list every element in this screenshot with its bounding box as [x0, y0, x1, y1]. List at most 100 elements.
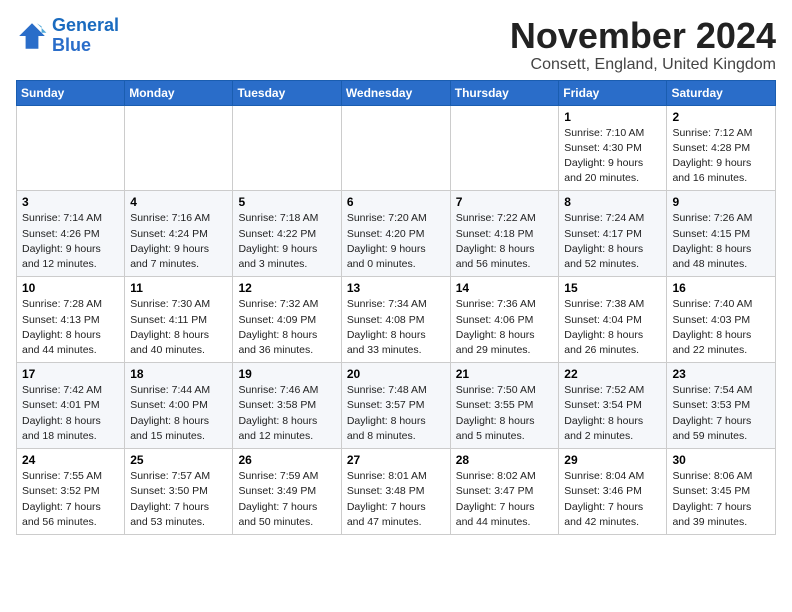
day-info: Sunrise: 8:06 AMSunset: 3:45 PMDaylight:… [672, 469, 770, 530]
day-cell: 18 Sunrise: 7:44 AMSunset: 4:00 PMDayligh… [125, 363, 233, 449]
day-number: 30 [672, 453, 770, 467]
day-info: Sunrise: 7:28 AMSunset: 4:13 PMDaylight:… [22, 297, 119, 358]
col-header-friday: Friday [559, 80, 667, 105]
day-cell: 14 Sunrise: 7:36 AMSunset: 4:06 PMDayligh… [450, 277, 559, 363]
day-number: 14 [456, 281, 554, 295]
day-cell [233, 105, 341, 191]
day-cell: 16Sunrise: 7:40 AMSunset: 4:03 PMDayligh… [667, 277, 776, 363]
day-cell: 17 Sunrise: 7:42 AMSunset: 4:01 PMDayligh… [17, 363, 125, 449]
day-info: Sunrise: 7:20 AMSunset: 4:20 PMDaylight:… [347, 211, 445, 272]
day-info: Sunrise: 7:59 AMSunset: 3:49 PMDaylight:… [238, 469, 335, 530]
page: General Blue November 2024 Consett, Engl… [0, 0, 792, 543]
day-cell: 8 Sunrise: 7:24 AMSunset: 4:17 PMDaylight… [559, 191, 667, 277]
header: General Blue November 2024 Consett, Engl… [16, 16, 776, 74]
day-info: Sunrise: 7:57 AMSunset: 3:50 PMDaylight:… [130, 469, 227, 530]
day-number: 2 [672, 110, 770, 124]
day-cell: 19Sunrise: 7:46 AMSunset: 3:58 PMDayligh… [233, 363, 341, 449]
day-cell [450, 105, 559, 191]
day-cell: 6Sunrise: 7:20 AMSunset: 4:20 PMDaylight… [341, 191, 450, 277]
day-cell: 1 Sunrise: 7:10 AMSunset: 4:30 PMDaylight… [559, 105, 667, 191]
week-row-3: 10 Sunrise: 7:28 AMSunset: 4:13 PMDayligh… [17, 277, 776, 363]
day-info: Sunrise: 7:18 AMSunset: 4:22 PMDaylight:… [238, 211, 335, 272]
day-number: 22 [564, 367, 661, 381]
day-info: Sunrise: 7:24 AMSunset: 4:17 PMDaylight:… [564, 211, 661, 272]
col-header-thursday: Thursday [450, 80, 559, 105]
day-number: 24 [22, 453, 119, 467]
day-info: Sunrise: 7:48 AMSunset: 3:57 PMDaylight:… [347, 383, 445, 444]
day-cell [17, 105, 125, 191]
day-number: 29 [564, 453, 661, 467]
day-info: Sunrise: 7:30 AMSunset: 4:11 PMDaylight:… [130, 297, 227, 358]
location-title: Consett, England, United Kingdom [510, 56, 776, 74]
day-info: Sunrise: 7:38 AMSunset: 4:04 PMDaylight:… [564, 297, 661, 358]
day-info: Sunrise: 7:40 AMSunset: 4:03 PMDaylight:… [672, 297, 770, 358]
logo-general: General [52, 15, 119, 35]
day-number: 7 [456, 195, 554, 209]
day-cell [341, 105, 450, 191]
week-row-2: 3Sunrise: 7:14 AMSunset: 4:26 PMDaylight… [17, 191, 776, 277]
day-cell: 10 Sunrise: 7:28 AMSunset: 4:13 PMDayligh… [17, 277, 125, 363]
day-number: 12 [238, 281, 335, 295]
calendar: SundayMondayTuesdayWednesdayThursdayFrid… [16, 80, 776, 535]
logo-blue: Blue [52, 36, 119, 56]
week-row-4: 17 Sunrise: 7:42 AMSunset: 4:01 PMDayligh… [17, 363, 776, 449]
col-header-wednesday: Wednesday [341, 80, 450, 105]
day-info: Sunrise: 7:10 AMSunset: 4:30 PMDaylight:… [564, 126, 661, 187]
day-info: Sunrise: 8:01 AMSunset: 3:48 PMDaylight:… [347, 469, 445, 530]
day-cell: 13 Sunrise: 7:34 AMSunset: 4:08 PMDayligh… [341, 277, 450, 363]
day-number: 17 [22, 367, 119, 381]
day-cell: 23Sunrise: 7:54 AMSunset: 3:53 PMDayligh… [667, 363, 776, 449]
day-number: 25 [130, 453, 227, 467]
day-info: Sunrise: 7:42 AMSunset: 4:01 PMDaylight:… [22, 383, 119, 444]
day-number: 1 [564, 110, 661, 124]
day-info: Sunrise: 7:52 AMSunset: 3:54 PMDaylight:… [564, 383, 661, 444]
day-cell: 20 Sunrise: 7:48 AMSunset: 3:57 PMDayligh… [341, 363, 450, 449]
day-info: Sunrise: 7:12 AMSunset: 4:28 PMDaylight:… [672, 126, 770, 187]
col-header-saturday: Saturday [667, 80, 776, 105]
day-number: 23 [672, 367, 770, 381]
day-cell: 29Sunrise: 8:04 AMSunset: 3:46 PMDayligh… [559, 449, 667, 535]
day-cell: 25 Sunrise: 7:57 AMSunset: 3:50 PMDayligh… [125, 449, 233, 535]
day-number: 3 [22, 195, 119, 209]
month-title: November 2024 [510, 16, 776, 56]
day-number: 20 [347, 367, 445, 381]
day-cell: 26 Sunrise: 7:59 AMSunset: 3:49 PMDayligh… [233, 449, 341, 535]
day-info: Sunrise: 7:50 AMSunset: 3:55 PMDaylight:… [456, 383, 554, 444]
day-info: Sunrise: 8:02 AMSunset: 3:47 PMDaylight:… [456, 469, 554, 530]
day-cell: 7Sunrise: 7:22 AMSunset: 4:18 PMDaylight… [450, 191, 559, 277]
day-number: 11 [130, 281, 227, 295]
day-cell: 21 Sunrise: 7:50 AMSunset: 3:55 PMDayligh… [450, 363, 559, 449]
logo-text: General Blue [52, 16, 119, 56]
day-info: Sunrise: 7:16 AMSunset: 4:24 PMDaylight:… [130, 211, 227, 272]
day-number: 8 [564, 195, 661, 209]
day-cell: 24 Sunrise: 7:55 AMSunset: 3:52 PMDayligh… [17, 449, 125, 535]
day-cell: 11 Sunrise: 7:30 AMSunset: 4:11 PMDayligh… [125, 277, 233, 363]
day-number: 26 [238, 453, 335, 467]
day-cell: 2 Sunrise: 7:12 AMSunset: 4:28 PMDaylight… [667, 105, 776, 191]
day-number: 15 [564, 281, 661, 295]
week-row-5: 24 Sunrise: 7:55 AMSunset: 3:52 PMDayligh… [17, 449, 776, 535]
day-info: Sunrise: 7:32 AMSunset: 4:09 PMDaylight:… [238, 297, 335, 358]
day-info: Sunrise: 7:36 AMSunset: 4:06 PMDaylight:… [456, 297, 554, 358]
day-info: Sunrise: 7:55 AMSunset: 3:52 PMDaylight:… [22, 469, 119, 530]
day-number: 13 [347, 281, 445, 295]
day-number: 5 [238, 195, 335, 209]
day-info: Sunrise: 7:34 AMSunset: 4:08 PMDaylight:… [347, 297, 445, 358]
day-cell: 22 Sunrise: 7:52 AMSunset: 3:54 PMDayligh… [559, 363, 667, 449]
day-info: Sunrise: 7:44 AMSunset: 4:00 PMDaylight:… [130, 383, 227, 444]
day-cell: 9Sunrise: 7:26 AMSunset: 4:15 PMDaylight… [667, 191, 776, 277]
logo: General Blue [16, 16, 119, 56]
day-number: 4 [130, 195, 227, 209]
day-cell: 30 Sunrise: 8:06 AMSunset: 3:45 PMDayligh… [667, 449, 776, 535]
col-header-tuesday: Tuesday [233, 80, 341, 105]
day-cell: 27Sunrise: 8:01 AMSunset: 3:48 PMDayligh… [341, 449, 450, 535]
day-cell: 28Sunrise: 8:02 AMSunset: 3:47 PMDayligh… [450, 449, 559, 535]
week-row-1: 1 Sunrise: 7:10 AMSunset: 4:30 PMDaylight… [17, 105, 776, 191]
day-cell: 12 Sunrise: 7:32 AMSunset: 4:09 PMDayligh… [233, 277, 341, 363]
col-header-monday: Monday [125, 80, 233, 105]
day-number: 21 [456, 367, 554, 381]
day-number: 10 [22, 281, 119, 295]
day-info: Sunrise: 7:26 AMSunset: 4:15 PMDaylight:… [672, 211, 770, 272]
day-number: 18 [130, 367, 227, 381]
col-header-sunday: Sunday [17, 80, 125, 105]
